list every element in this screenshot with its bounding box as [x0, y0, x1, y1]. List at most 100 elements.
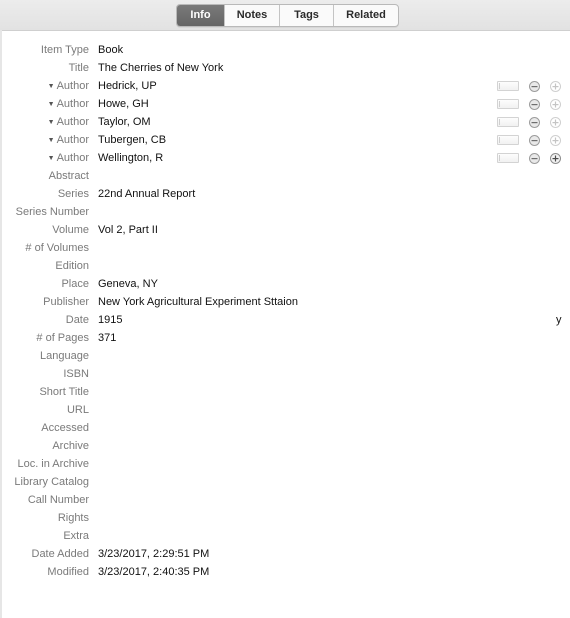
field-label: Title — [68, 62, 89, 74]
creator-name-field[interactable]: Wellington, R — [98, 149, 163, 167]
field-row-volume: Volume Vol 2, Part II — [0, 221, 570, 239]
field-row-extra: Extra — [0, 527, 570, 545]
creator-type-menu[interactable]: ▼ Author — [48, 149, 89, 169]
caret-down-icon: ▼ — [47, 83, 55, 90]
modified-value: 3/23/2017, 2:40:35 PM — [98, 566, 210, 578]
name-mode-switch-icon[interactable] — [497, 81, 519, 91]
plus-circle-icon[interactable] — [550, 152, 561, 164]
field-row-accessed: Accessed — [0, 419, 570, 437]
field-label: Accessed — [41, 422, 89, 434]
field-row-call-number: Call Number — [0, 491, 570, 509]
creator-name-field[interactable]: Hedrick, UP — [98, 77, 157, 95]
tab-notes[interactable]: Notes — [225, 5, 280, 26]
tab-bar: Info Notes Tags Related — [0, 0, 570, 31]
creator-name-field[interactable]: Taylor, OM — [98, 113, 151, 131]
field-row-url: URL — [0, 401, 570, 419]
field-row-abstract: Abstract — [0, 167, 570, 185]
minus-circle-icon[interactable] — [529, 152, 540, 164]
field-row-edition: Edition — [0, 257, 570, 275]
field-row-date-added: Date Added 3/23/2017, 2:29:51 PM — [0, 545, 570, 563]
creator-row: ▼ Author Tubergen, CB — [0, 131, 570, 149]
field-label: Rights — [57, 512, 89, 524]
field-row-publisher: Publisher New York Agricultural Experime… — [0, 293, 570, 311]
field-row-place: Place Geneva, NY — [0, 275, 570, 293]
field-row-isbn: ISBN — [0, 365, 570, 383]
creator-controls — [497, 98, 570, 110]
field-label: Series Number — [15, 206, 89, 218]
creator-name-field[interactable]: Tubergen, CB — [98, 131, 166, 149]
tab-related[interactable]: Related — [334, 5, 398, 26]
field-label: Modified — [47, 566, 89, 578]
field-row-num-pages: # of Pages 371 — [0, 329, 570, 347]
date-added-value: 3/23/2017, 2:29:51 PM — [98, 548, 210, 560]
name-mode-switch-icon[interactable] — [497, 117, 519, 127]
creator-type-menu[interactable]: ▼ Author — [48, 77, 89, 97]
creator-type-label: Author — [56, 80, 89, 92]
field-label: Extra — [63, 530, 89, 542]
field-row-archive: Archive — [0, 437, 570, 455]
creator-type-menu[interactable]: ▼ Author — [48, 95, 89, 115]
info-fields: Item Type Book Title The Cherries of New… — [0, 41, 570, 581]
creator-type-menu[interactable]: ▼ Author — [48, 113, 89, 133]
name-mode-switch-icon[interactable] — [497, 99, 519, 109]
field-label: ISBN — [63, 368, 89, 380]
creator-controls — [497, 116, 570, 128]
creator-type-menu[interactable]: ▼ Author — [48, 131, 89, 151]
field-row-num-volumes: # of Volumes — [0, 239, 570, 257]
creator-controls — [497, 80, 570, 92]
creator-type-label: Author — [56, 116, 89, 128]
place-field[interactable]: Geneva, NY — [98, 275, 158, 293]
date-field[interactable]: 1915 — [98, 311, 122, 329]
creator-row: ▼ Author Howe, GH — [0, 95, 570, 113]
field-row-language: Language — [0, 347, 570, 365]
field-label: Edition — [55, 260, 89, 272]
field-label: Archive — [52, 440, 89, 452]
plus-circle-icon[interactable] — [550, 80, 561, 92]
item-type-select[interactable]: Book — [98, 41, 123, 59]
field-label: # of Pages — [36, 332, 89, 344]
field-label: Loc. in Archive — [17, 458, 89, 470]
date-parse-indicator: y — [556, 314, 562, 326]
name-mode-switch-icon[interactable] — [497, 153, 519, 163]
field-row-loc-in-archive: Loc. in Archive — [0, 455, 570, 473]
field-label: Language — [40, 350, 89, 362]
volume-field[interactable]: Vol 2, Part II — [98, 221, 158, 239]
series-field[interactable]: 22nd Annual Report — [98, 185, 195, 203]
minus-circle-icon[interactable] — [529, 98, 540, 110]
field-row-date: Date 1915 y — [0, 311, 570, 329]
publisher-field[interactable]: New York Agricultural Experiment Sttaion — [98, 293, 298, 311]
field-label: Item Type — [40, 44, 89, 56]
field-label: Date Added — [31, 548, 90, 560]
tab-tags[interactable]: Tags — [280, 5, 334, 26]
creator-controls — [497, 152, 570, 164]
field-label: Publisher — [43, 296, 89, 308]
field-row-item-type: Item Type Book — [0, 41, 570, 59]
pane-tabs: Info Notes Tags Related — [176, 4, 399, 27]
creator-row: ▼ Author Hedrick, UP — [0, 77, 570, 95]
field-label: Library Catalog — [14, 476, 89, 488]
caret-down-icon: ▼ — [47, 137, 55, 144]
name-mode-switch-icon[interactable] — [497, 135, 519, 145]
minus-circle-icon[interactable] — [529, 80, 540, 92]
minus-circle-icon[interactable] — [529, 116, 540, 128]
field-label: URL — [66, 404, 89, 416]
plus-circle-icon[interactable] — [550, 134, 561, 146]
field-row-series-number: Series Number — [0, 203, 570, 221]
caret-down-icon: ▼ — [47, 119, 55, 126]
field-row-title: Title The Cherries of New York — [0, 59, 570, 77]
plus-circle-icon[interactable] — [550, 98, 561, 110]
creator-type-label: Author — [56, 134, 89, 146]
title-field[interactable]: The Cherries of New York — [98, 59, 223, 77]
field-label: Series — [57, 188, 89, 200]
tab-info[interactable]: Info — [177, 5, 225, 26]
field-row-short-title: Short Title — [0, 383, 570, 401]
num-pages-field[interactable]: 371 — [98, 329, 116, 347]
creator-row: ▼ Author Taylor, OM — [0, 113, 570, 131]
field-label: Abstract — [48, 170, 89, 182]
caret-down-icon: ▼ — [47, 155, 55, 162]
plus-circle-icon[interactable] — [550, 116, 561, 128]
creator-row: ▼ Author Wellington, R — [0, 149, 570, 167]
creator-type-label: Author — [56, 98, 89, 110]
minus-circle-icon[interactable] — [529, 134, 540, 146]
creator-name-field[interactable]: Howe, GH — [98, 95, 149, 113]
